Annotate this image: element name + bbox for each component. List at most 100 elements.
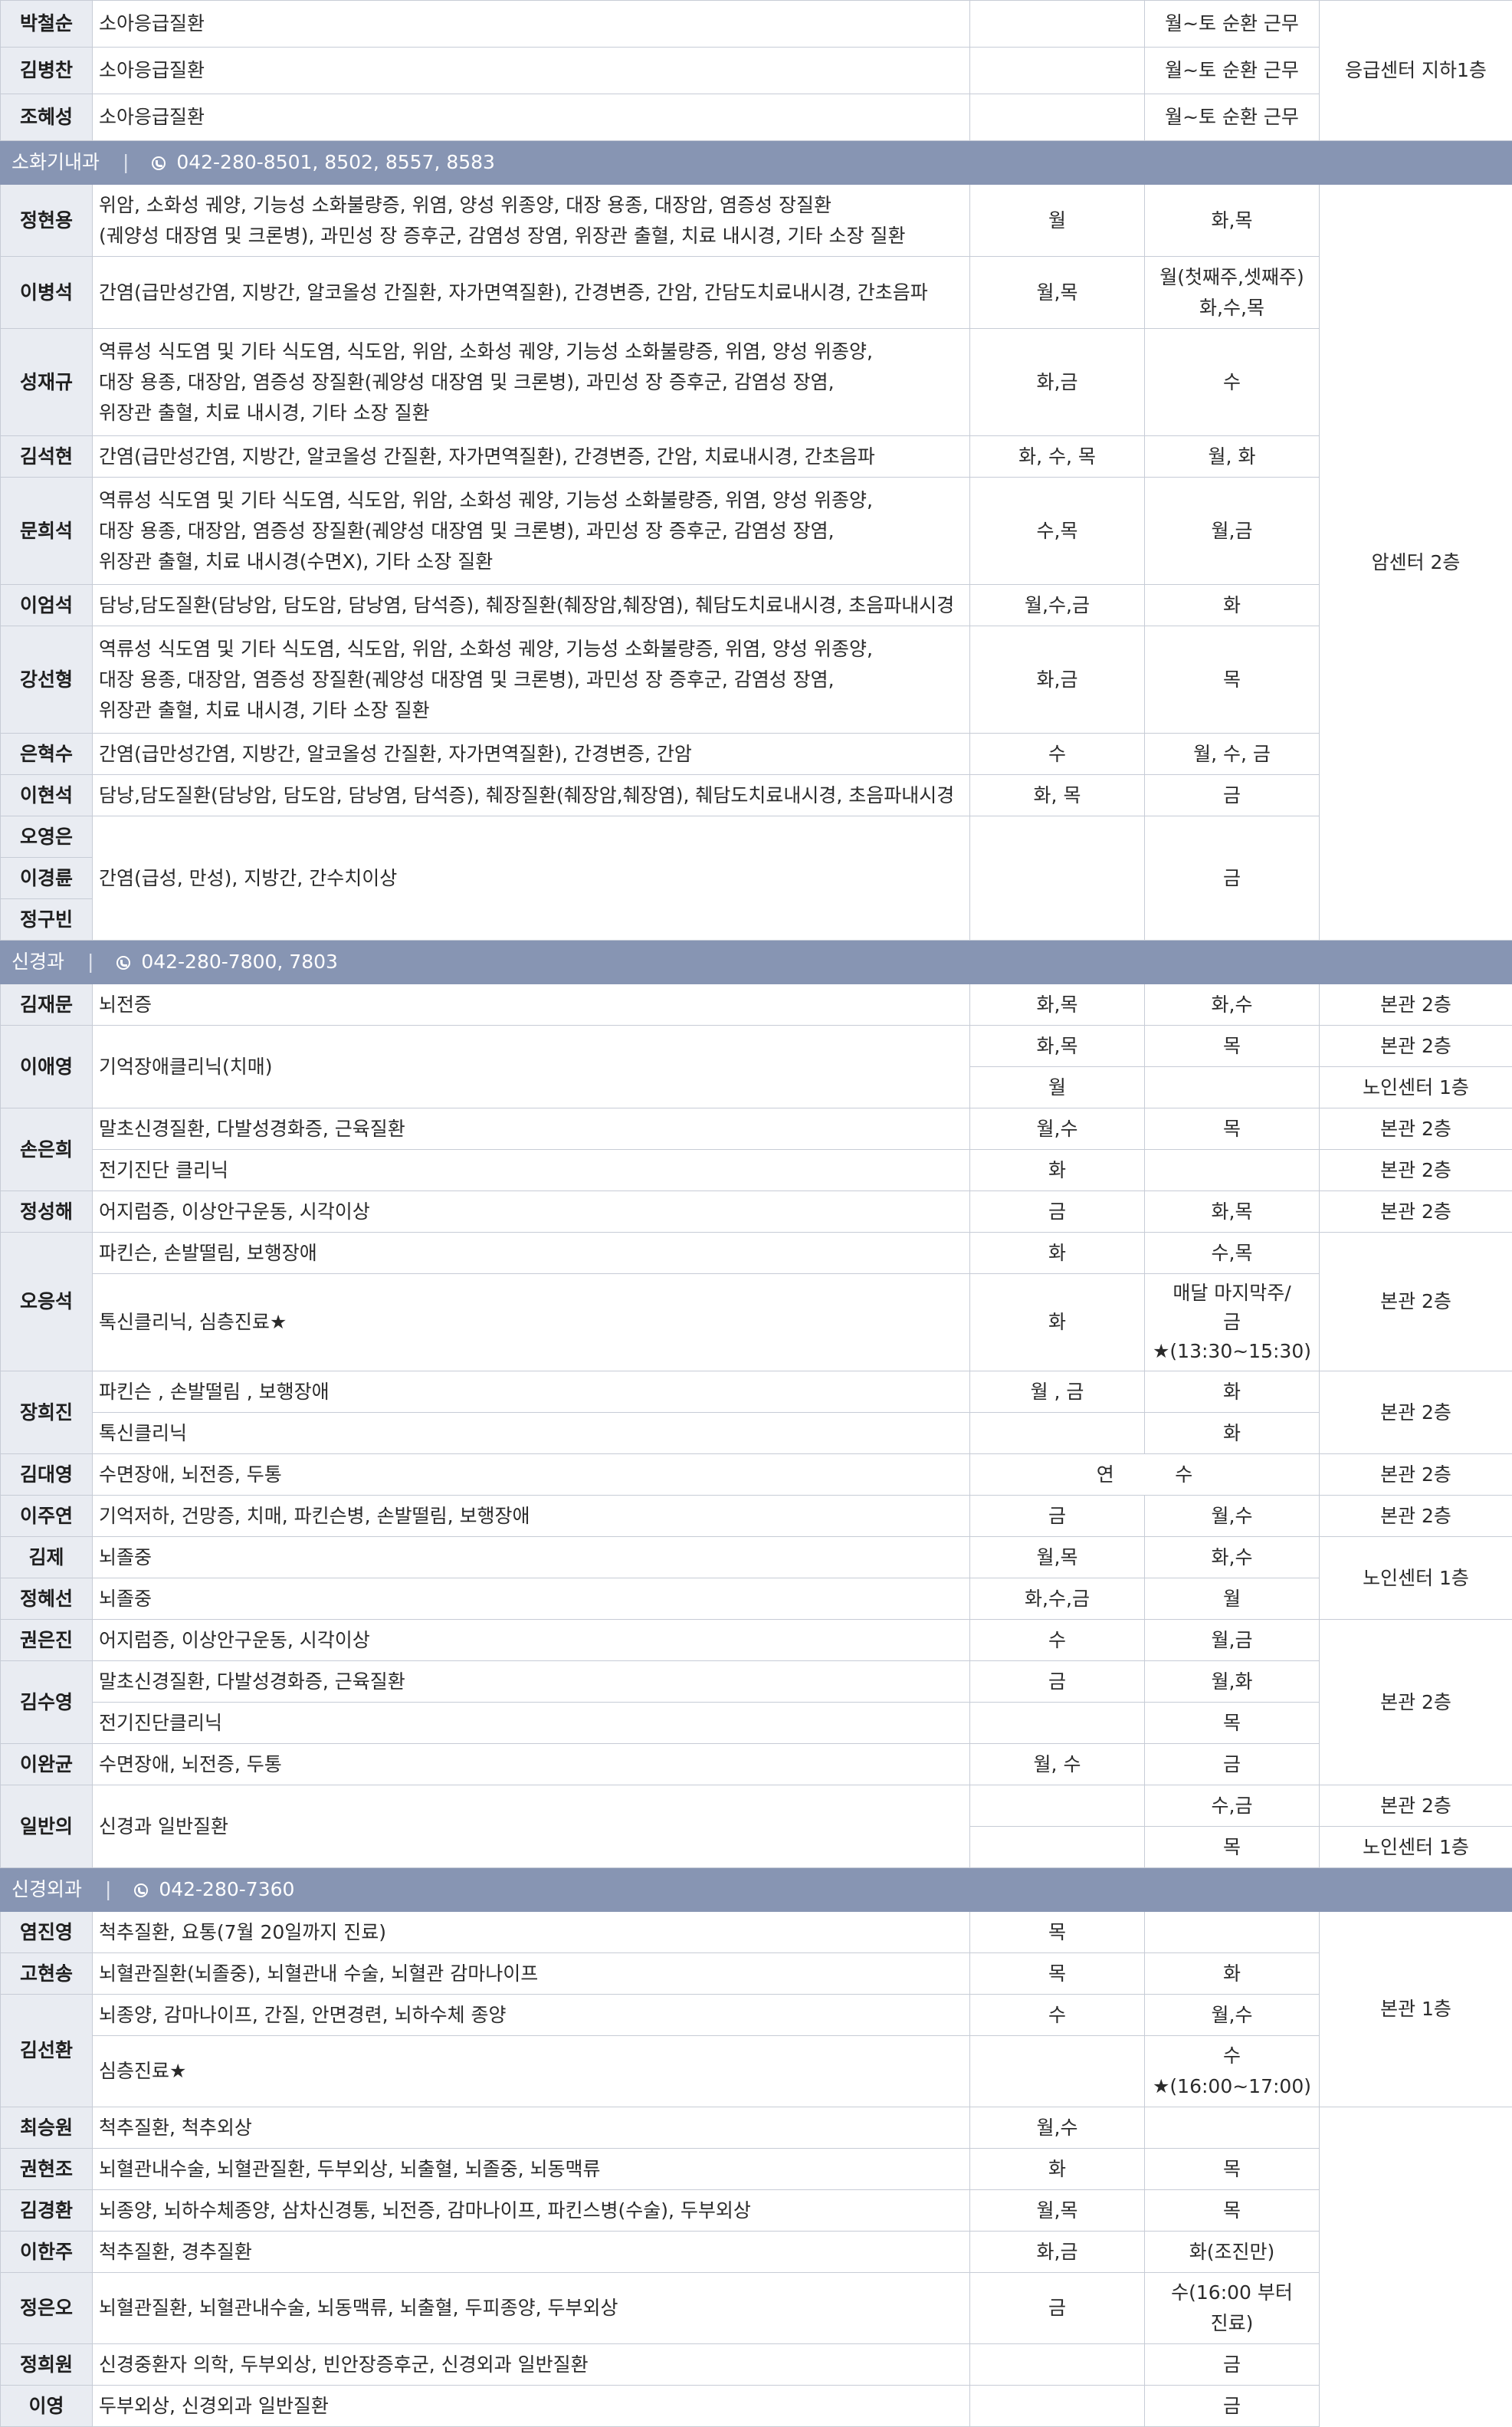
table-row: 문희석역류성 식도염 및 기타 식도염, 식도암, 위암, 소화성 궤양, 기능… [1,478,1512,585]
table-row: 이완균 수면장애, 뇌전증, 두통 월, 수 금 [1,1744,1512,1785]
doctor-name: 성재규 [1,329,93,436]
afternoon-schedule: 월 [1145,1578,1320,1620]
doctor-name: 장희진 [1,1371,93,1454]
doctor-name: 정은오 [1,2273,93,2344]
specialty: 척추질환, 척추외상 [93,2107,970,2149]
table-row: 최승원척추질환, 척추외상월,수 [1,2107,1512,2149]
doctor-name: 최승원 [1,2107,93,2149]
morning-schedule: 화,수,금 [970,1578,1145,1620]
specialty: 뇌졸중 [93,1578,970,1620]
doctor-name: 이완균 [1,1744,93,1785]
table-row: 염진영 척추질환, 요통(7월 20일까지 진료) 목 본관 1층 [1,1912,1512,1953]
table-row: 김병찬 소아응급질환 월~토 순환 근무 [1,48,1512,94]
specialty: 소아응급질환 [93,94,970,141]
specialty: 뇌졸중 [93,1537,970,1578]
location: 본관 2층 [1320,1150,1512,1191]
location: 본관 2층 [1320,1191,1512,1233]
department-phone: 042-280-8501, 8502, 8557, 8583 [176,151,495,173]
morning-schedule: 화 [970,2149,1145,2190]
afternoon-schedule: 수,금 [1145,1785,1320,1827]
location: 본관 2층 [1320,1496,1512,1537]
afternoon-schedule: 화,수 [1145,984,1320,1026]
specialty: 수면장애, 뇌전증, 두통 [93,1744,970,1785]
doctor-name: 정성해 [1,1191,93,1233]
specialty: 간염(급성, 만성), 지방간, 간수치이상 [93,816,970,941]
afternoon-schedule: 월(첫째주,셋째주) 화,수,목 [1145,257,1320,329]
table-row: 오영은간염(급성, 만성), 지방간, 간수치이상금 [1,816,1512,858]
morning-schedule: 월,목 [970,1537,1145,1578]
doctor-name: 문희석 [1,478,93,585]
morning-schedule: 월,목 [970,257,1145,329]
location: 본관 2층 [1320,1108,1512,1150]
doctor-name: 정혜선 [1,1578,93,1620]
department-title: 신경외과 [11,1878,82,1900]
location: 암센터 2층 [1320,185,1512,941]
doctor-name: 조혜성 [1,94,93,141]
specialty: 기억저하, 건망증, 치매, 파킨슨병, 손발떨림, 보행장애 [93,1496,970,1537]
specialty: 말초신경질환, 다발성경화증, 근육질환 [93,1108,970,1150]
doctor-name: 은혁수 [1,734,93,775]
doctor-name: 이한주 [1,2232,93,2273]
table-row: 톡신클리닉 화 [1,1413,1512,1454]
morning-schedule: 화, 목 [970,775,1145,816]
specialty: 척추질환, 요통(7월 20일까지 진료) [93,1912,970,1953]
specialty: 말초신경질환, 다발성경화증, 근육질환 [93,1661,970,1703]
specialty: 어지럼증, 이상안구운동, 시각이상 [93,1620,970,1661]
specialty: 간염(급만성간염, 지방간, 알코올성 간질환, 자가면역질환), 간경변증, … [93,436,970,478]
morning-schedule: 월, 수 [970,1744,1145,1785]
afternoon-schedule: 목 [1145,626,1320,734]
table-row: 고현송 뇌혈관질환(뇌졸중), 뇌혈관내 수술, 뇌혈관 감마나이프 목 화 [1,1953,1512,1995]
morning-schedule: 수 [970,1995,1145,2036]
afternoon-schedule: 목 [1145,2190,1320,2232]
afternoon-schedule [1145,1067,1320,1108]
location: 본관 2층 [1320,984,1512,1026]
department-phone: 042-280-7360 [159,1878,294,1900]
table-row: 일반의 신경과 일반질환 수,금 본관 2층 [1,1785,1512,1827]
afternoon-schedule: 화 [1145,585,1320,626]
doctor-name: 정희원 [1,2344,93,2386]
morning-schedule: 월,목 [970,2190,1145,2232]
morning-schedule: 금 [970,1661,1145,1703]
afternoon-schedule: 월,수 [1145,1995,1320,2036]
table-row: 박철순 소아응급질환 월~토 순환 근무 응급센터 지하1층 [1,1,1512,48]
afternoon-schedule: 금 [1145,2386,1320,2427]
morning-schedule [970,94,1145,141]
morning-schedule [970,2036,1145,2107]
table-row: 김석현간염(급만성간염, 지방간, 알코올성 간질환, 자가면역질환), 간경변… [1,436,1512,478]
specialty: 전기진단 클리닉 [93,1150,970,1191]
table-row: 김경환뇌종양, 뇌하수체종양, 삼차신경통, 뇌전증, 감마나이프, 파킨스병(… [1,2190,1512,2232]
morning-schedule [970,816,1145,941]
morning-schedule: 화,목 [970,1026,1145,1067]
doctor-name: 이엄석 [1,585,93,626]
department-header-gastro: 소화기내과 | 042-280-8501, 8502, 8557, 8583 [1,141,1512,185]
afternoon-schedule: 수 [1145,329,1320,436]
afternoon-schedule: 금 [1145,775,1320,816]
afternoon-schedule: 목 [1145,1703,1320,1744]
location: 본관 2층 [1320,1371,1512,1454]
table-row: 은혁수간염(급만성간염, 지방간, 알코올성 간질환, 자가면역질환), 간경변… [1,734,1512,775]
specialty: 심층진료★ [93,2036,970,2107]
specialty: 역류성 식도염 및 기타 식도염, 식도암, 위암, 소화성 궤양, 기능성 소… [93,329,970,436]
doctor-name: 김선환 [1,1995,93,2107]
table-row: 전기진단클리닉 목 [1,1703,1512,1744]
department-title: 소화기내과 [11,151,100,173]
afternoon-schedule [1145,1150,1320,1191]
specialty: 간염(급만성간염, 지방간, 알코올성 간질환, 자가면역질환), 간경변증, … [93,734,970,775]
doctor-name: 김석현 [1,436,93,478]
morning-schedule: 월,수 [970,1108,1145,1150]
specialty: 전기진단클리닉 [93,1703,970,1744]
specialty: 파킨슨 , 손발떨림 , 보행장애 [93,1371,970,1413]
morning-schedule: 화 [970,1274,1145,1371]
table-row: 김대영 수면장애, 뇌전증, 두통 연 수 본관 2층 [1,1454,1512,1496]
morning-schedule [970,1,1145,48]
morning-schedule [970,1413,1145,1454]
specialty: 수면장애, 뇌전증, 두통 [93,1454,970,1496]
morning-schedule: 수 [970,1620,1145,1661]
table-row: 손은희 말초신경질환, 다발성경화증, 근육질환 월,수 목 본관 2층 [1,1108,1512,1150]
afternoon-schedule: 월, 수, 금 [1145,734,1320,775]
table-row: 정현용위암, 소화성 궤양, 기능성 소화불량증, 위염, 양성 위종양, 대장… [1,185,1512,257]
morning-schedule: 목 [970,1953,1145,1995]
location: 노인센터 1층 [1320,1067,1512,1108]
afternoon-schedule: 수,목 [1145,1233,1320,1274]
morning-schedule: 금 [970,2273,1145,2344]
